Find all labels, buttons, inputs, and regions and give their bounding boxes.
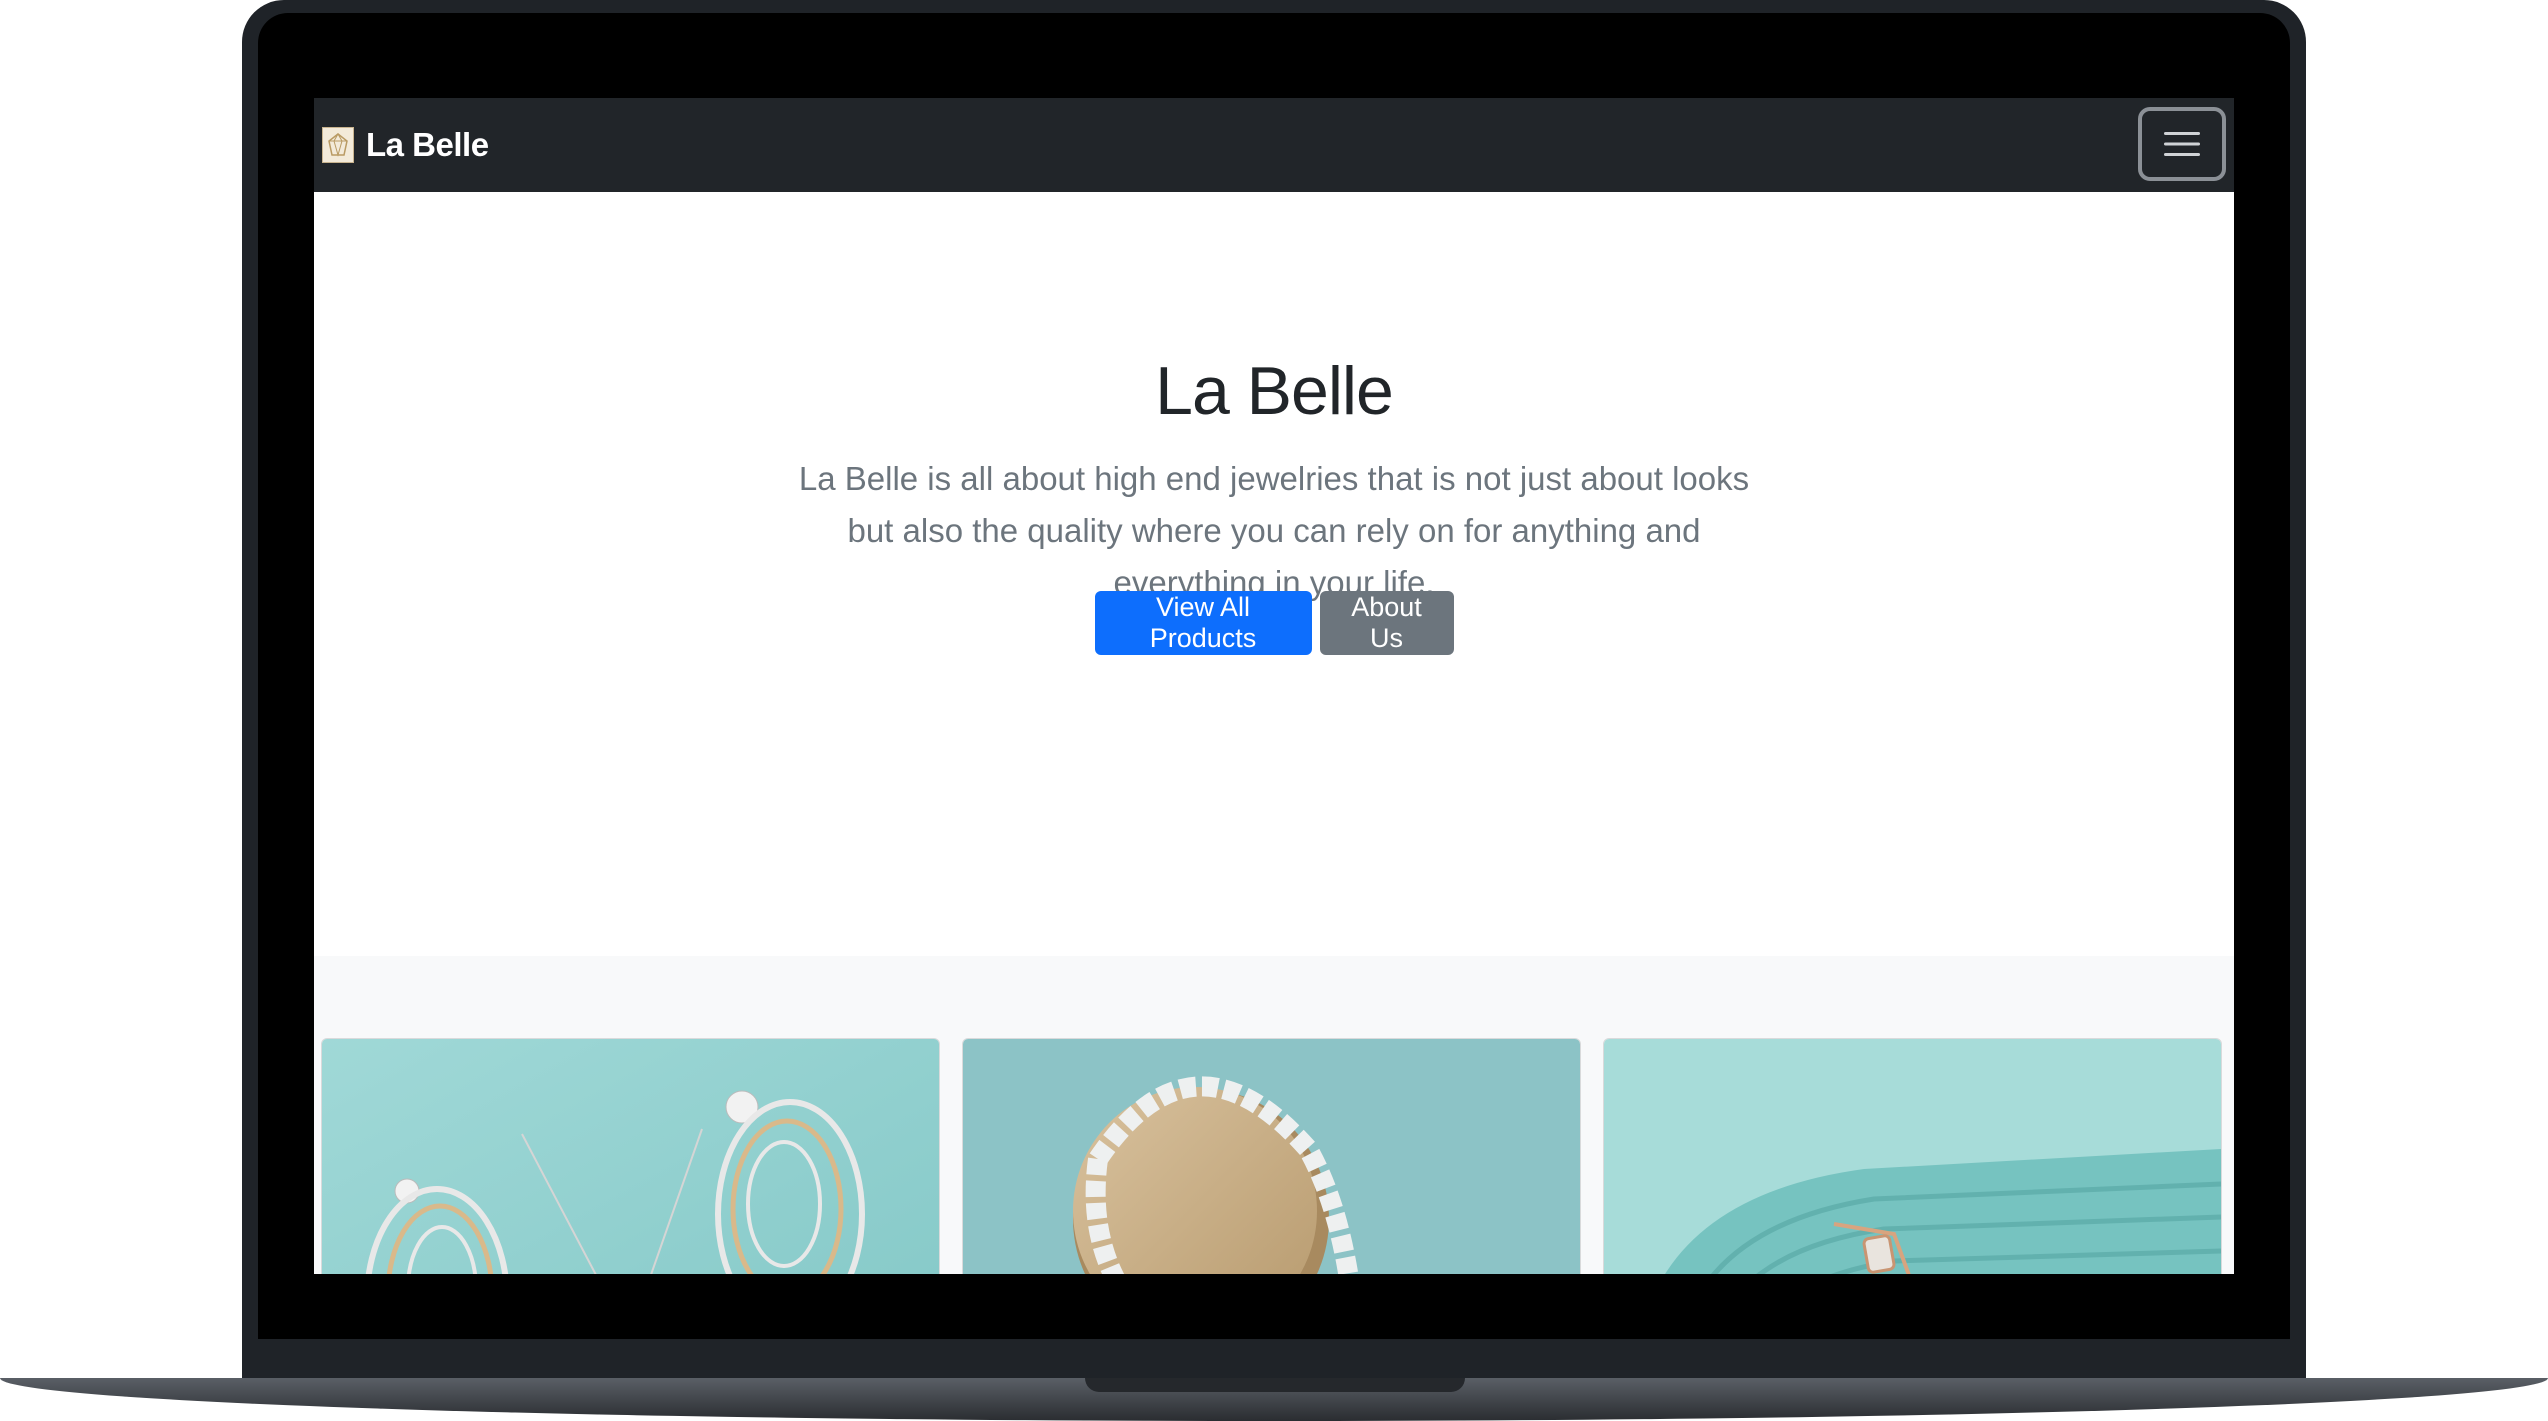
brand-name: La Belle: [366, 126, 489, 163]
hamburger-menu-icon: [2164, 132, 2200, 156]
navbar-brand[interactable]: La Belle: [322, 126, 489, 164]
bracelet-image: [1604, 1039, 2221, 1274]
tennis-necklace-image: [963, 1039, 1580, 1274]
browser-viewport: La Belle La Belle La Belle is all about …: [314, 98, 2234, 1274]
jewel-logo-icon: [322, 127, 354, 163]
laptop-notch: [1085, 1378, 1465, 1392]
view-all-products-button[interactable]: View All Products: [1094, 591, 1312, 655]
product-card-necklace[interactable]: [962, 1038, 1581, 1274]
navbar-toggler-button[interactable]: [2138, 107, 2226, 181]
earrings-and-pendant-image: [322, 1039, 939, 1274]
product-card-bracelet[interactable]: [1603, 1038, 2222, 1274]
navbar: La Belle: [314, 98, 2234, 192]
hero-buttons: View All Products About Us: [314, 591, 2234, 655]
hero-title: La Belle: [1155, 353, 1394, 429]
about-us-button[interactable]: About Us: [1319, 591, 1454, 655]
hero-description: La Belle is all about high end jewelries…: [798, 460, 1750, 601]
product-card-earrings[interactable]: [321, 1038, 940, 1274]
products-section: [314, 956, 2234, 1274]
hero-section: La Belle La Belle is all about high end …: [314, 192, 2234, 956]
